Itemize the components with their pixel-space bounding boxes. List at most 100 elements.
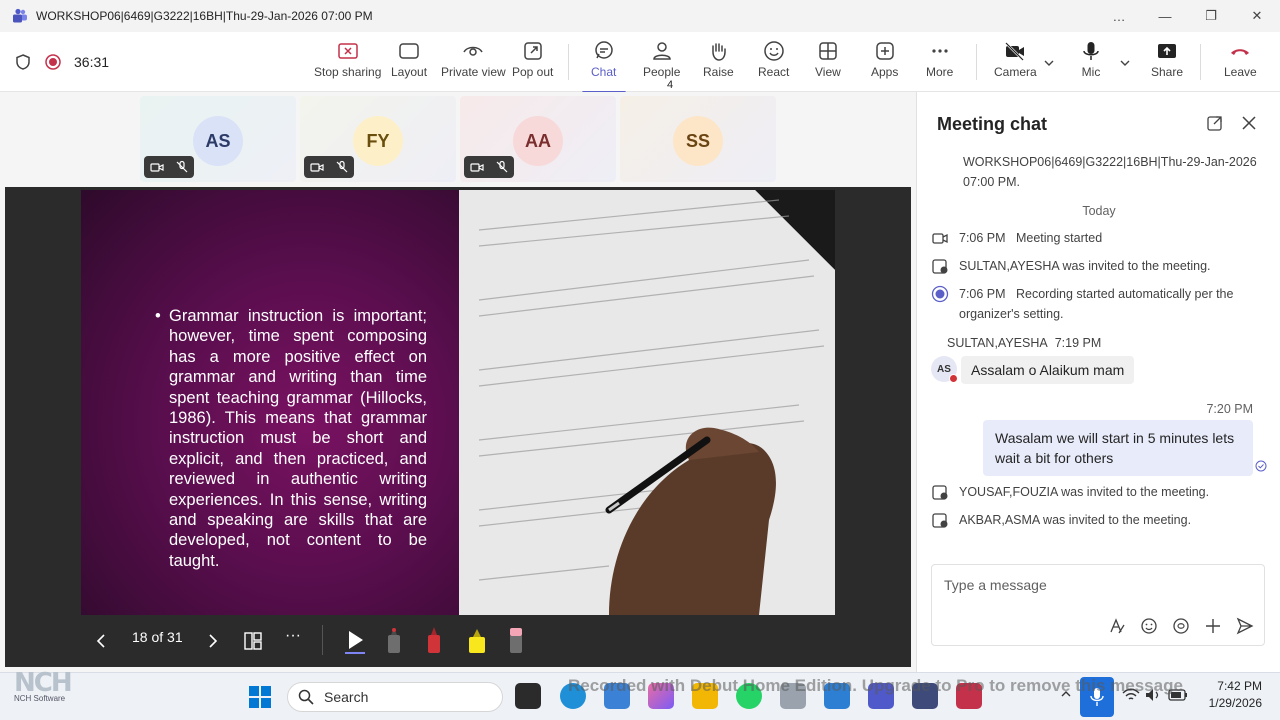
message-sender: SULTAN,AYESHA 7:19 PM: [947, 336, 1101, 350]
toolbar-divider: [568, 44, 569, 80]
chat-message-list: WORKSHOP06|6469|G3222|16BH|Thu-29-Jan-20…: [917, 152, 1280, 552]
raise-hand-button[interactable]: Raise: [703, 40, 734, 88]
apps-button[interactable]: Apps: [871, 40, 898, 88]
close-window-icon[interactable]: ✕: [1234, 8, 1280, 24]
format-icon[interactable]: [1108, 617, 1126, 635]
people-icon: [652, 42, 671, 60]
more-button[interactable]: More: [926, 40, 953, 88]
muted-badge: [144, 156, 194, 178]
previous-slide-icon[interactable]: [95, 633, 107, 649]
plus-square-icon: [875, 42, 894, 60]
eraser-icon[interactable]: [505, 625, 527, 655]
screen-share-area: Grammar instruction is important; howeve…: [5, 187, 911, 667]
camera-button[interactable]: Camera: [994, 40, 1037, 88]
emoji-icon[interactable]: [1140, 617, 1158, 635]
minimize-icon[interactable]: —: [1142, 9, 1188, 24]
meeting-timer: 36:31: [74, 54, 110, 70]
date-divider: Today: [1082, 204, 1116, 218]
eye-icon: [463, 46, 484, 56]
camera-label: Camera: [994, 65, 1037, 79]
slide-grid-icon[interactable]: [243, 631, 263, 651]
recording-icon: [931, 285, 949, 303]
private-view-label: Private view: [441, 65, 506, 79]
plus-icon[interactable]: [1204, 617, 1222, 635]
participant-tile[interactable]: AA: [460, 96, 616, 182]
title-bar: WORKSHOP06|6469|G3222|16BH|Thu-29-Jan-20…: [0, 0, 1280, 32]
participant-tile[interactable]: SS: [620, 96, 776, 182]
slide-more-icon[interactable]: ···: [285, 627, 301, 645]
mic-button[interactable]: Mic: [1080, 40, 1102, 88]
recording-icon: [45, 54, 61, 70]
layout-button[interactable]: Layout: [391, 40, 427, 88]
meeting-toolbar: 36:31 Stop sharing Layout Private view P…: [0, 32, 1280, 92]
more-label: More: [926, 65, 954, 79]
muted-badge: [304, 156, 354, 178]
leave-button[interactable]: Leave: [1224, 40, 1257, 88]
view-button[interactable]: View: [815, 40, 841, 88]
highlighter-icon[interactable]: [465, 625, 489, 655]
system-event: AKBAR,ASMA was invited to the meeting.: [931, 510, 1261, 530]
outgoing-message[interactable]: Wasalam we will start in 5 minutes lets …: [983, 420, 1253, 476]
laser-pointer-icon[interactable]: [343, 627, 367, 655]
system-event: 7:06 PM Meeting started: [931, 228, 1261, 248]
participant-tile[interactable]: FY: [300, 96, 456, 182]
more-options-icon[interactable]: …: [1096, 9, 1142, 24]
message-time: 7:20 PM: [1206, 402, 1253, 416]
taskbar-search[interactable]: Search: [287, 682, 503, 712]
send-icon[interactable]: [1236, 617, 1254, 635]
raise-label: Raise: [703, 65, 734, 79]
people-label: People: [643, 65, 681, 79]
chevron-down-icon[interactable]: [1119, 58, 1131, 68]
slide-controls: 18 of 31 ···: [5, 619, 911, 663]
restore-icon[interactable]: ❐: [1188, 8, 1234, 24]
event-text: AKBAR,ASMA was invited to the meeting.: [959, 513, 1192, 527]
stop-sharing-label: Stop sharing: [314, 65, 382, 79]
event-text: SULTAN,AYESHA was invited to the meeting…: [959, 259, 1211, 273]
pop-out-chat-icon[interactable]: [1206, 114, 1224, 132]
mic-off-icon: [176, 160, 187, 173]
clock-time: 7:42 PM: [1217, 679, 1262, 693]
pop-out-button[interactable]: Pop out: [512, 40, 553, 88]
event-time: 7:06 PM: [959, 231, 1006, 245]
avatar: SS: [673, 116, 723, 166]
close-chat-icon[interactable]: [1240, 114, 1258, 132]
layout-icon: [399, 43, 419, 59]
meeting-chat-panel: Meeting chat WORKSHOP06|6469|G3222|16BH|…: [916, 92, 1280, 672]
react-button[interactable]: React: [758, 40, 789, 88]
loop-icon[interactable]: [1172, 617, 1190, 635]
task-view-icon[interactable]: [515, 683, 541, 709]
video-off-icon: [309, 163, 324, 172]
people-button[interactable]: People: [643, 40, 680, 88]
share-button[interactable]: Share: [1151, 40, 1183, 88]
system-clock[interactable]: 7:42 PM 1/29/2026: [1196, 678, 1262, 712]
chat-button[interactable]: Chat: [591, 40, 616, 88]
chevron-down-icon[interactable]: [1043, 58, 1055, 68]
clock-date: 1/29/2026: [1208, 696, 1262, 710]
stop-share-icon: [337, 43, 358, 59]
recording-watermark: Recorded with Debut Home Edition. Upgrad…: [568, 676, 1183, 695]
participant-tile[interactable]: AS: [140, 96, 296, 182]
window-title: WORKSHOP06|6469|G3222|16BH|Thu-29-Jan-20…: [36, 9, 373, 23]
pen-icon[interactable]: [383, 625, 405, 655]
toolbar-divider: [976, 44, 977, 80]
video-off-icon: [149, 163, 164, 172]
message-input[interactable]: [944, 577, 1244, 593]
view-label: View: [815, 65, 841, 79]
windows-start-icon[interactable]: [248, 685, 272, 709]
avatar: FY: [353, 116, 403, 166]
private-view-button[interactable]: Private view: [441, 40, 506, 88]
message-time: 7:19 PM: [1054, 336, 1102, 350]
shield-icon[interactable]: [14, 53, 32, 71]
system-event: YOUSAF,FOUZIA was invited to the meeting…: [931, 482, 1261, 502]
incoming-message[interactable]: Assalam o Alaikum mam: [961, 356, 1135, 384]
person-add-icon: [932, 513, 948, 528]
next-slide-icon[interactable]: [207, 633, 219, 649]
person-add-icon: [932, 485, 948, 500]
video-icon: [932, 233, 948, 244]
event-time: 7:06 PM: [959, 287, 1006, 301]
red-pen-icon[interactable]: [423, 625, 445, 655]
slide-page-indicator: 18 of 31: [132, 629, 183, 645]
avatar: AS: [193, 116, 243, 166]
stop-sharing-button[interactable]: Stop sharing: [314, 40, 381, 88]
avatar: AS: [931, 356, 958, 383]
